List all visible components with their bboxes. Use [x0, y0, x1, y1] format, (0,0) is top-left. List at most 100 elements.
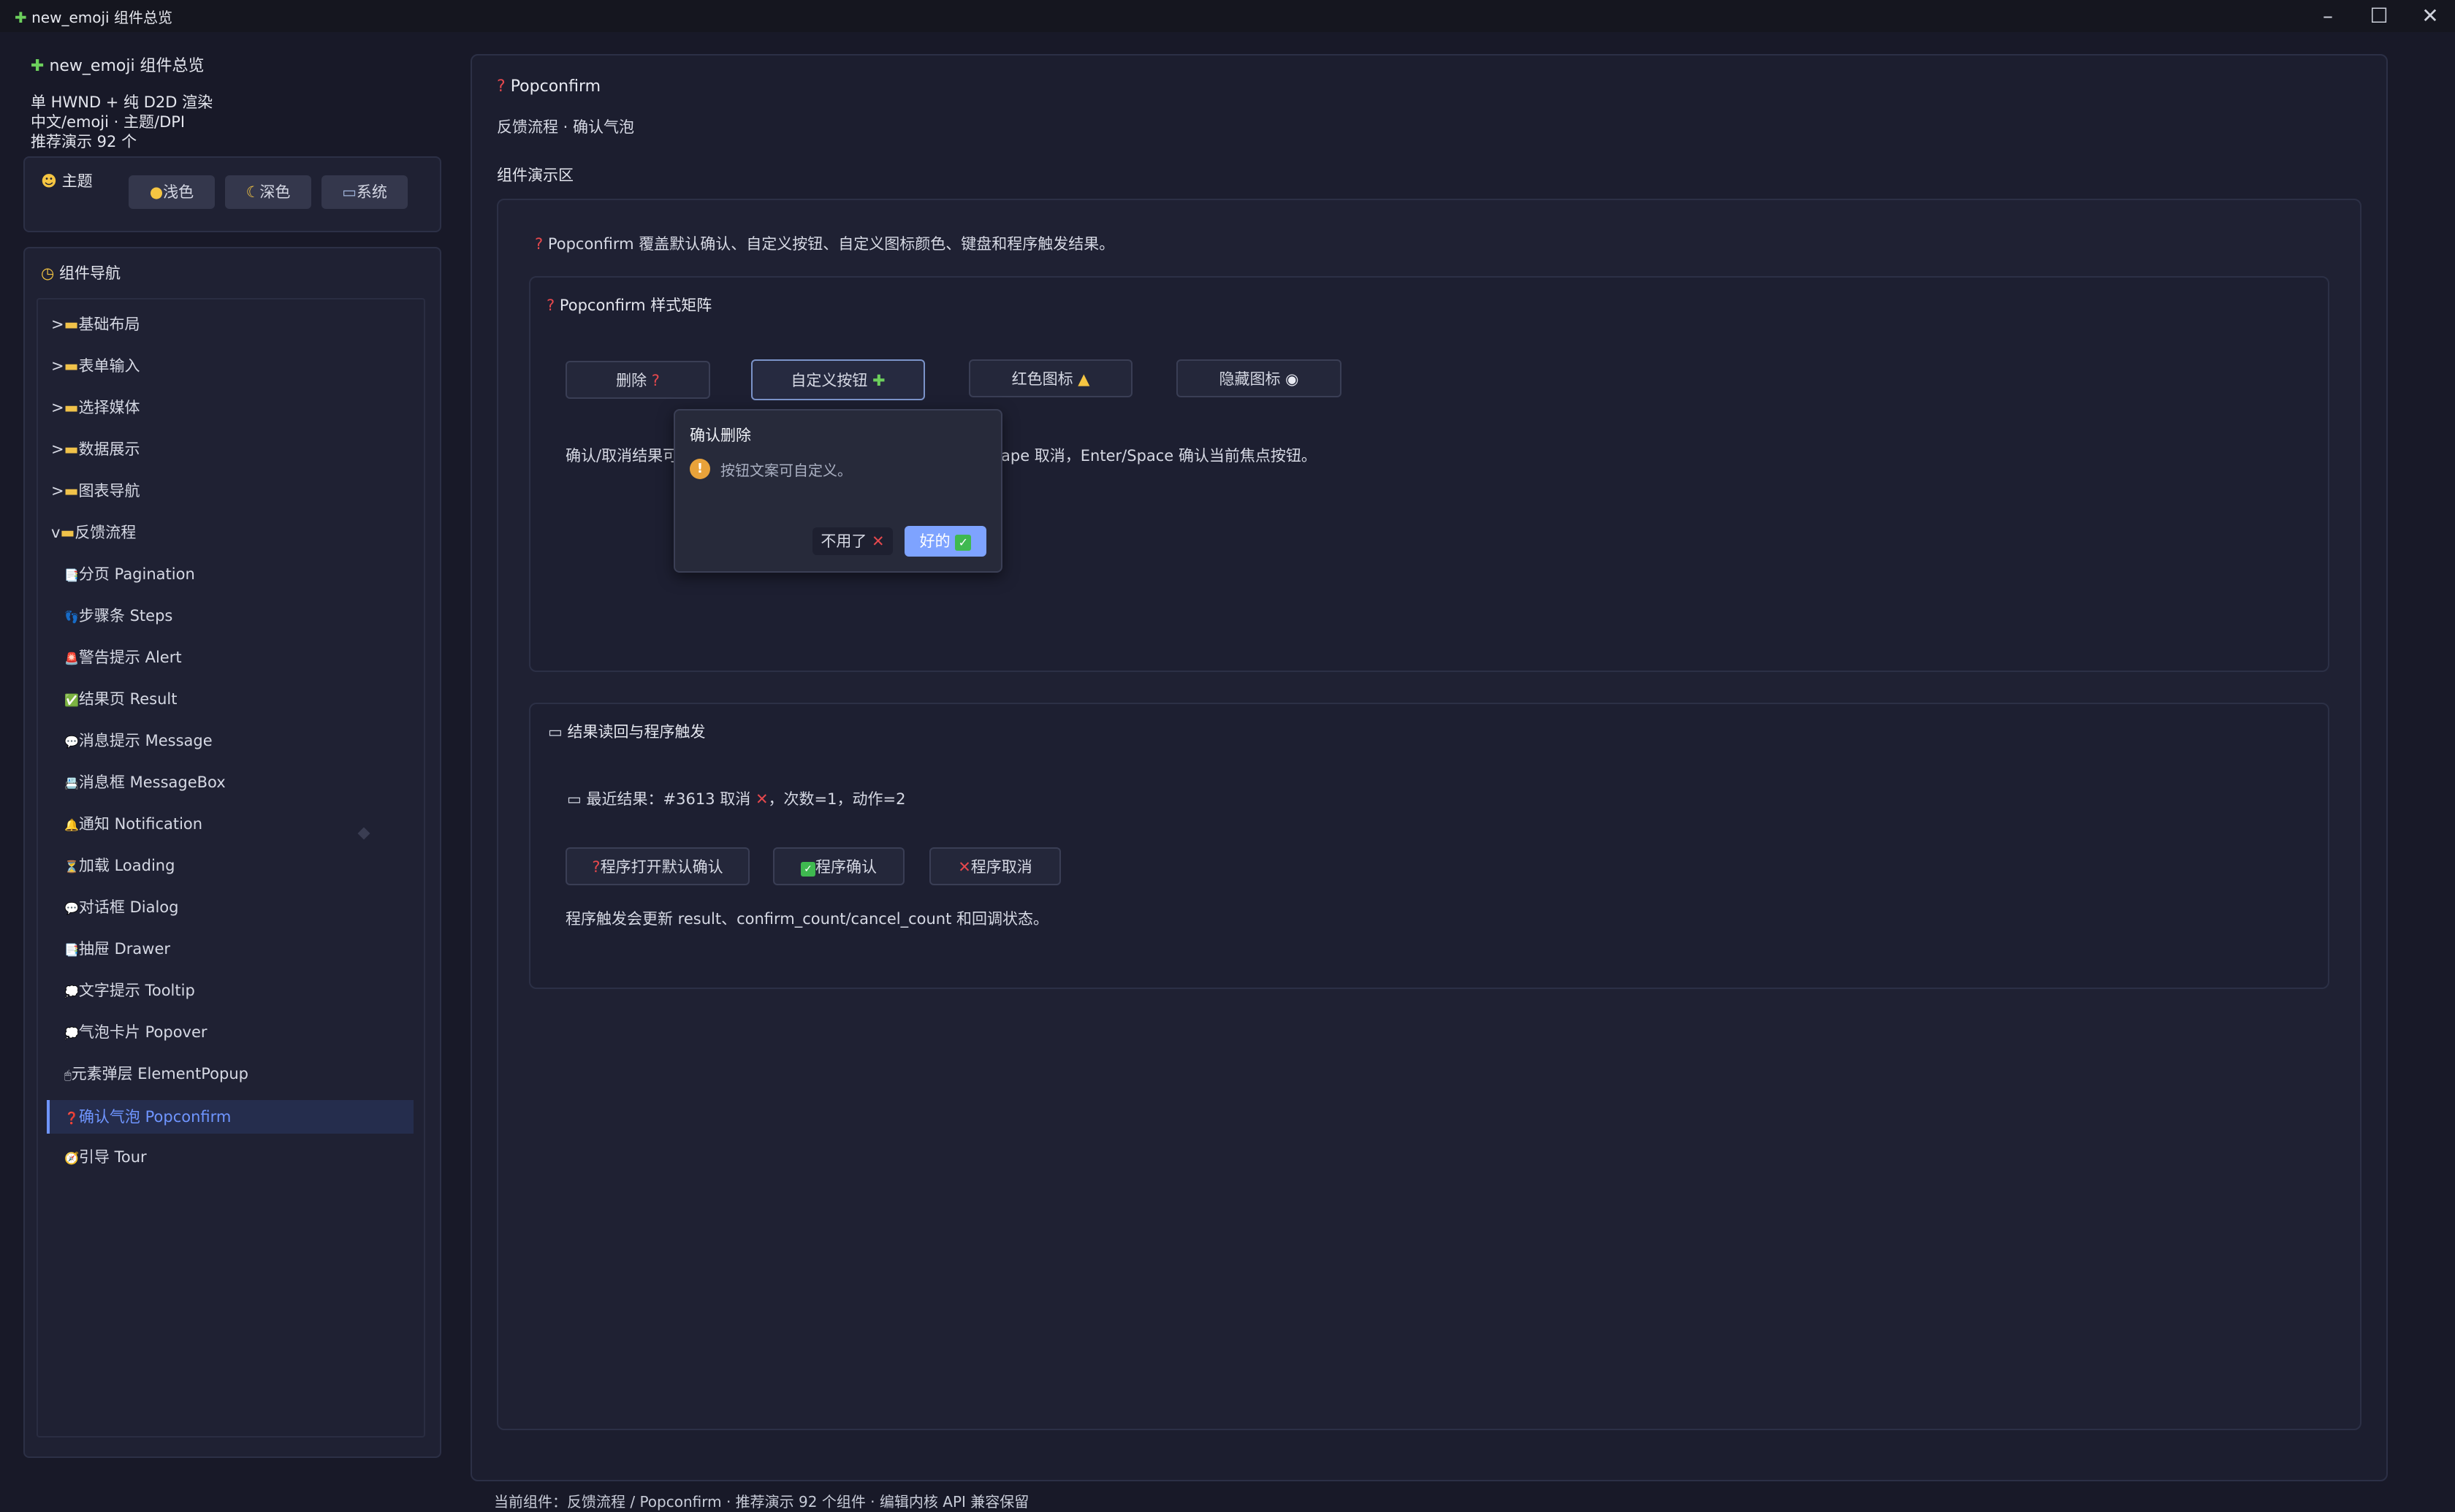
- clock-icon: ◷: [41, 264, 55, 282]
- nav-label: ◷ 组件导航: [41, 264, 121, 282]
- speech-bubble-icon: 💬: [64, 901, 79, 915]
- popconfirm-cancel-button[interactable]: 不用了 ✕: [812, 527, 893, 555]
- thought-bubble-icon: 💭: [64, 985, 79, 999]
- close-button[interactable]: ✕: [2405, 0, 2455, 32]
- cross-mark-icon: ✕: [958, 858, 971, 876]
- mouse-icon: 🖱: [64, 1068, 72, 1082]
- demo-area-label: 组件演示区: [497, 167, 574, 184]
- nav-item-pagination[interactable]: 📑分页 Pagination: [64, 560, 195, 589]
- theme-dark-button[interactable]: ☾深色: [225, 175, 311, 209]
- delete-button[interactable]: 删除 ?: [566, 361, 710, 399]
- result-note: 程序触发会更新 result、confirm_count/cancel_coun…: [566, 910, 1049, 928]
- nav-item-drawer[interactable]: 📑抽屉 Drawer: [64, 934, 170, 963]
- check-mark-icon: ✓: [955, 535, 972, 551]
- book-icon: ▭: [548, 723, 563, 741]
- window-title: ✚ new_emoji 组件总览: [15, 9, 172, 26]
- popconfirm-title: 确认删除: [690, 427, 751, 444]
- program-cancel-button[interactable]: ✕程序取消: [929, 847, 1061, 885]
- result-card: [529, 703, 2329, 989]
- hide-icon-button[interactable]: 隐藏图标 ◉: [1176, 359, 1341, 397]
- nav-item-steps[interactable]: 👣步骤条 Steps: [64, 601, 172, 630]
- minimize-button[interactable]: –: [2303, 0, 2353, 32]
- nav-item-tooltip[interactable]: 💭文字提示 Tooltip: [64, 976, 195, 1005]
- result-title: ▭ 结果读回与程序触发: [548, 723, 706, 741]
- nav-item-popover[interactable]: 💭气泡卡片 Popover: [64, 1017, 208, 1047]
- puzzle-icon: ✚: [15, 9, 27, 26]
- nav-group-basic-layout[interactable]: >▬基础布局: [51, 310, 140, 339]
- nav-item-tour[interactable]: 🧭引导 Tour: [64, 1142, 147, 1172]
- nav-item-alert[interactable]: 🚨警告提示 Alert: [64, 643, 182, 672]
- cross-mark-icon: ✕: [755, 790, 769, 808]
- folder-icon: ▬: [60, 524, 75, 541]
- popconfirm-popover: 确认删除 ! 按钮文案可自定义。 不用了 ✕ 好的 ✓: [674, 409, 1002, 573]
- moon-icon: ☾: [246, 183, 260, 201]
- nav-item-dialog[interactable]: 💬对话框 Dialog: [64, 893, 178, 922]
- info-line-3: 推荐演示 92 个: [31, 133, 137, 150]
- red-icon-button[interactable]: 红色图标 ▲: [969, 359, 1133, 397]
- program-open-button[interactable]: ?程序打开默认确认: [566, 847, 750, 885]
- folder-icon: ▬: [64, 482, 79, 500]
- cross-mark-icon: ✕: [872, 532, 885, 550]
- warning-icon: ▲: [1078, 370, 1090, 388]
- nav-group-select-media[interactable]: >▬选择媒体: [51, 393, 140, 422]
- info-line-2: 中文/emoji · 主题/DPI: [31, 113, 186, 131]
- custom-button[interactable]: 自定义按钮 ✚: [751, 359, 925, 400]
- nav-item-notification[interactable]: 🔔通知 Notification: [64, 809, 202, 839]
- folder-icon: ▬: [64, 440, 79, 458]
- nav-item-popconfirm[interactable]: ❓确认气泡 Popconfirm: [47, 1100, 414, 1134]
- theme-light-button[interactable]: ●浅色: [129, 175, 215, 209]
- question-icon: ?: [547, 297, 555, 314]
- warning-circle-icon: !: [690, 459, 710, 479]
- question-icon: ?: [592, 858, 601, 876]
- bookmark-tabs-icon: 📑: [64, 568, 79, 582]
- laptop-icon: ▭: [342, 183, 357, 201]
- nav-item-message[interactable]: 💬消息提示 Message: [64, 726, 213, 755]
- check-mark-icon: ✅: [64, 693, 79, 707]
- nav-group-feedback-flow[interactable]: v▬反馈流程: [51, 518, 136, 547]
- page-subtitle: 反馈流程 · 确认气泡: [497, 118, 635, 136]
- theme-system-button[interactable]: ▭系统: [321, 175, 408, 209]
- check-mark-icon: ✓: [801, 862, 815, 877]
- eye-icon: ◉: [1285, 370, 1299, 388]
- title-bar: ✚ new_emoji 组件总览 – ☐ ✕: [0, 0, 2455, 32]
- nav-item-messagebox[interactable]: 📇消息框 MessageBox: [64, 768, 226, 797]
- folder-icon: ▬: [64, 399, 79, 416]
- theme-label: ☻ 主题: [41, 172, 93, 190]
- question-icon: ?: [651, 372, 660, 389]
- footprints-icon: 👣: [64, 610, 79, 624]
- nav-item-loading[interactable]: ⏳加载 Loading: [64, 851, 175, 880]
- program-confirm-button[interactable]: ✓ 程序确认: [773, 847, 905, 885]
- matrix-note-left: 确认/取消结果可: [566, 447, 679, 465]
- question-icon: ❓: [64, 1111, 79, 1125]
- nav-item-result[interactable]: ✅结果页 Result: [64, 684, 177, 714]
- folder-icon: ▬: [64, 316, 79, 333]
- nav-group-chart-nav[interactable]: >▬图表导航: [51, 476, 140, 505]
- puzzle-icon: ✚: [31, 57, 45, 75]
- bookmark-tabs-icon: 📑: [64, 943, 79, 957]
- folder-icon: ▬: [64, 357, 79, 375]
- sidebar-app-title: ✚ new_emoji 组件总览: [31, 57, 205, 75]
- demo-description: ? Popconfirm 覆盖默认确认、自定义按钮、自定义图标颜色、键盘和程序触…: [535, 235, 1115, 253]
- last-result: ▭ 最近结果：#3613 取消 ✕，次数=1，动作=2: [567, 790, 906, 808]
- bell-icon: 🔔: [64, 818, 79, 832]
- nav-item-elementpopup[interactable]: 🖱元素弹层 ElementPopup: [64, 1059, 248, 1088]
- info-line-1: 单 HWND + 纯 D2D 渲染: [31, 93, 213, 111]
- book-icon: ▭: [567, 790, 582, 808]
- sun-icon: ●: [149, 183, 164, 201]
- speech-bubble-icon: 💬: [64, 735, 79, 749]
- style-matrix-title: ? Popconfirm 样式矩阵: [547, 297, 712, 314]
- status-bar: 当前组件：反馈流程 / Popconfirm · 推荐演示 92 个组件 · 编…: [494, 1493, 1029, 1511]
- thought-bubble-icon: 💭: [64, 1026, 79, 1040]
- page-title: ? Popconfirm: [497, 77, 601, 96]
- question-icon: ?: [535, 235, 544, 253]
- siren-icon: 🚨: [64, 652, 79, 665]
- matrix-note-right: ape 取消，Enter/Space 确认当前焦点按钮。: [1001, 447, 1317, 465]
- theme-icon: ☻: [41, 172, 57, 190]
- nav-group-form-input[interactable]: >▬表单输入: [51, 351, 140, 381]
- nav-group-data-display[interactable]: >▬数据展示: [51, 435, 140, 464]
- question-icon: ?: [497, 77, 506, 96]
- compass-icon: 🧭: [64, 1151, 79, 1165]
- popconfirm-ok-button[interactable]: 好的 ✓: [905, 526, 986, 557]
- maximize-button[interactable]: ☐: [2354, 0, 2404, 32]
- card-index-icon: 📇: [64, 776, 79, 790]
